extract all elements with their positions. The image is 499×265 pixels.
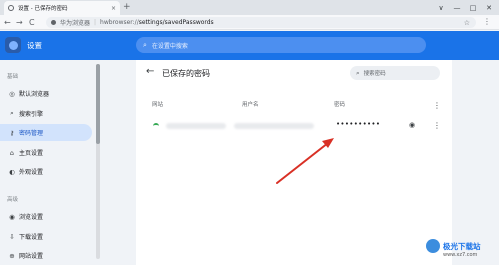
sidebar-item-label: 浏览设置 [19, 214, 44, 221]
browser-logo-icon [5, 37, 21, 53]
address-bar[interactable]: 华为浏览器 | hwbrowser:// settings/savedPassw… [46, 17, 476, 28]
sidebar-item-label: 网站设置 [19, 253, 44, 260]
password-mask: •••••••••• [336, 120, 381, 128]
row-more-options-icon[interactable]: ⋮ [433, 122, 441, 130]
minimize-button[interactable]: — [449, 0, 465, 15]
page-title: 设置 [27, 41, 42, 50]
browser-tab[interactable]: 设置 - 已保存的密码 × [4, 1, 120, 15]
sidebar: 基础 ◎ 默认浏览器 ⌕ 搜索引擎 ⚷ 密码管理 ⌂ 主页设置 ◐ 外观设置 高… [0, 60, 100, 265]
search-icon: ⌕ [10, 109, 14, 117]
browser-menu-icon[interactable]: ⋮ [483, 17, 491, 26]
scrollbar-thumb[interactable] [96, 64, 100, 144]
watermark-name: 极光下载站 [443, 241, 481, 251]
back-arrow-icon[interactable]: ← [4, 17, 11, 28]
toolbar: ← → C 华为浏览器 | hwbrowser:// settings/save… [0, 15, 499, 30]
sidebar-item-label: 主页设置 [19, 150, 44, 157]
sidebar-item-download[interactable]: ⇩ 下载设置 [0, 228, 92, 245]
sidebar-item-label: 默认浏览器 [19, 91, 50, 98]
sidebar-item-label: 密码管理 [19, 130, 44, 137]
tab-close-icon[interactable]: × [111, 5, 116, 12]
bookmark-star-icon[interactable]: ☆ [464, 19, 470, 27]
search-icon: ⌕ [143, 40, 147, 49]
saved-passwords-card: ← 已保存的密码 ⌕ 搜索密码 网站 用户名 密码 ⋮ •••••••••• ◉… [136, 60, 452, 265]
browser-icon: ◎ [9, 89, 15, 98]
site-info-icon[interactable] [51, 20, 56, 25]
new-tab-button[interactable]: + [123, 1, 131, 13]
sidebar-item-appearance[interactable]: ◐ 外观设置 [0, 163, 92, 180]
window-controls: ∨ — □ ✕ [433, 0, 497, 15]
forward-arrow-icon[interactable]: → [16, 17, 23, 28]
tab-title: 设置 - 已保存的密码 [18, 6, 68, 12]
sidebar-section-basic: 基础 [7, 74, 19, 80]
eye-icon: ◉ [9, 212, 15, 221]
watermark-url: www.xz7.com [443, 252, 478, 258]
watermark-logo-icon [426, 239, 440, 253]
sidebar-item-password-manager[interactable]: ⚷ 密码管理 [0, 124, 92, 141]
watermark: 极光下载站 www.xz7.com [426, 239, 481, 258]
sidebar-item-site-settings[interactable]: ⊕ 网站设置 [0, 247, 92, 264]
url-scheme: hwbrowser:// [100, 19, 139, 26]
address-separator: | [94, 19, 97, 26]
sidebar-item-default-browser[interactable]: ◎ 默认浏览器 [0, 85, 92, 102]
home-icon: ⌂ [9, 148, 15, 157]
browser-name-label: 华为浏览器 [60, 20, 91, 27]
sidebar-item-search-engine[interactable]: ⌕ 搜索引擎 [0, 105, 92, 122]
sidebar-item-label: 外观设置 [19, 169, 44, 176]
show-password-eye-icon[interactable]: ◉ [409, 121, 415, 129]
sidebar-item-home[interactable]: ⌂ 主页设置 [0, 144, 92, 161]
appearance-icon: ◐ [9, 167, 15, 176]
maximize-button[interactable]: □ [465, 0, 481, 15]
site-name-blurred [166, 123, 226, 129]
sidebar-item-browsing[interactable]: ◉ 浏览设置 [0, 208, 92, 225]
column-header-site: 网站 [152, 102, 164, 108]
tab-list-icon[interactable]: ∨ [433, 0, 449, 15]
key-icon: ⚷ [9, 128, 15, 137]
site-favicon-icon [153, 123, 159, 127]
settings-search-input[interactable]: ⌕ 在设置中搜索 [136, 37, 426, 53]
search-icon: ⌕ [356, 68, 360, 77]
column-header-password: 密码 [334, 102, 346, 108]
back-arrow-icon[interactable]: ← [146, 66, 154, 77]
sidebar-item-label: 下载设置 [19, 234, 44, 241]
tab-strip: 设置 - 已保存的密码 × + ∨ — □ ✕ [0, 0, 499, 15]
search-placeholder: 在设置中搜索 [151, 42, 188, 50]
settings-header: 设置 ⌕ 在设置中搜索 [0, 31, 499, 60]
close-window-button[interactable]: ✕ [481, 0, 497, 15]
url-path: settings/savedPasswords [138, 19, 214, 26]
sidebar-scrollbar[interactable] [96, 64, 100, 259]
settings-favicon-icon [8, 5, 14, 11]
username-blurred [234, 123, 314, 129]
search-placeholder: 搜索密码 [363, 71, 386, 77]
more-options-icon[interactable]: ⋮ [433, 102, 441, 110]
globe-icon: ⊕ [9, 251, 15, 260]
reload-icon[interactable]: C [29, 17, 35, 28]
section-title: 已保存的密码 [162, 69, 210, 78]
sidebar-section-advanced: 高级 [7, 197, 19, 203]
download-icon: ⇩ [9, 232, 15, 241]
password-search-input[interactable]: ⌕ 搜索密码 [350, 66, 440, 80]
sidebar-item-label: 搜索引擎 [19, 111, 44, 118]
column-header-username: 用户名 [242, 102, 259, 108]
